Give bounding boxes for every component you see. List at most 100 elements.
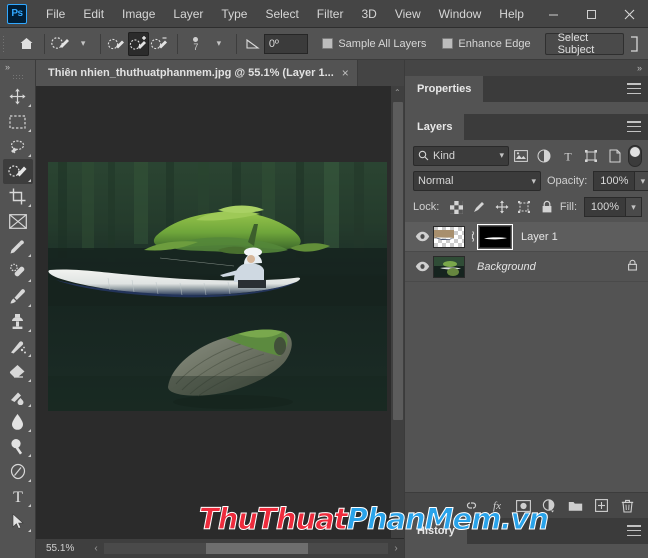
new-layer-button[interactable] — [590, 496, 612, 516]
menu-layer[interactable]: Layer — [164, 3, 212, 25]
vertical-scroll-thumb[interactable] — [393, 102, 403, 420]
canvas-vertical-scrollbar[interactable]: ⌃ — [390, 86, 404, 538]
blend-mode-select[interactable]: Normal ▾ — [413, 171, 541, 191]
menu-view[interactable]: View — [386, 3, 430, 25]
options-bar-grip[interactable] — [0, 28, 8, 59]
eyedropper-tool[interactable] — [3, 234, 33, 259]
panel-collapse-icon[interactable]: » — [405, 60, 648, 76]
crop-tool[interactable] — [3, 184, 33, 209]
layer-filter-kind-select[interactable]: Kind ▾ — [413, 145, 509, 166]
filter-enable-toggle[interactable] — [628, 144, 642, 167]
horizontal-scroll-thumb[interactable] — [206, 543, 309, 554]
tools-expand-icon[interactable]: » — [0, 60, 35, 74]
maximize-button[interactable] — [572, 0, 610, 28]
menu-help[interactable]: Help — [490, 3, 533, 25]
menu-3d[interactable]: 3D — [352, 3, 385, 25]
menu-file[interactable]: File — [37, 3, 74, 25]
zoom-level[interactable]: 55.1% — [36, 543, 88, 554]
adjustment-layer-filter-icon[interactable] — [532, 145, 555, 167]
layer-mask-thumbnail[interactable] — [477, 223, 513, 250]
move-tool[interactable] — [3, 84, 33, 109]
minimize-button[interactable] — [534, 0, 572, 28]
workspace-switcher-icon[interactable] — [624, 32, 644, 56]
menu-image[interactable]: Image — [113, 3, 164, 25]
delete-layer-button[interactable] — [616, 496, 638, 516]
sample-all-layers-checkbox[interactable]: Sample All Layers — [322, 38, 426, 50]
canvas-viewport[interactable]: ⌃ — [36, 86, 404, 538]
properties-panel-menu-icon[interactable] — [627, 83, 641, 94]
pen-tool[interactable] — [3, 459, 33, 484]
scroll-left-icon[interactable]: ‹ — [88, 543, 104, 554]
image-canvas[interactable] — [48, 162, 387, 411]
shape-layer-filter-icon[interactable] — [579, 145, 602, 167]
canvas-horizontal-scrollbar[interactable]: ‹ › — [88, 539, 404, 558]
tab-layers[interactable]: Layers — [405, 114, 465, 140]
lock-transparent-pixels-icon[interactable] — [446, 197, 466, 217]
tools-panel-grip[interactable] — [11, 74, 24, 80]
lock-artboard-nesting-icon[interactable] — [514, 197, 534, 217]
quick-selection-brush-preset-icon[interactable] — [50, 32, 72, 56]
spot-healing-brush-tool[interactable] — [3, 259, 33, 284]
opacity-stepper-chevron-down-icon[interactable]: ▾ — [635, 171, 648, 191]
home-icon[interactable] — [16, 32, 37, 56]
enhance-edge-box[interactable] — [442, 38, 454, 49]
dodge-tool[interactable] — [3, 434, 33, 459]
scroll-up-icon[interactable]: ⌃ — [394, 88, 401, 97]
fill-value[interactable]: 100% — [584, 197, 626, 217]
layer-name[interactable]: Layer 1 — [521, 231, 640, 243]
layers-panel-menu-icon[interactable] — [627, 121, 641, 132]
menu-edit[interactable]: Edit — [74, 3, 113, 25]
brush-tool[interactable] — [3, 284, 33, 309]
chevron-down-icon[interactable]: ▾ — [499, 150, 504, 161]
sample-all-layers-box[interactable] — [322, 38, 334, 49]
scroll-right-icon[interactable]: › — [388, 543, 404, 554]
rectangular-marquee-tool[interactable] — [3, 109, 33, 134]
path-selection-tool[interactable] — [3, 509, 33, 534]
close-button[interactable] — [610, 0, 648, 28]
lock-all-icon[interactable] — [537, 197, 557, 217]
chevron-down-icon[interactable]: ▾ — [531, 176, 536, 187]
menu-filter[interactable]: Filter — [308, 3, 353, 25]
smart-object-filter-icon[interactable] — [603, 145, 626, 167]
selection-mode-subtract-icon[interactable] — [149, 32, 170, 56]
tab-properties[interactable]: Properties — [405, 76, 484, 102]
blur-tool[interactable] — [3, 409, 33, 434]
layer-thumbnail[interactable] — [433, 255, 465, 278]
layer-visibility-eye-icon[interactable] — [411, 252, 433, 281]
document-tab[interactable]: Thiên nhien_thuthuatphanmem.jpg @ 55.1% … — [36, 60, 358, 86]
history-panel-menu-icon[interactable] — [627, 525, 641, 536]
eraser-tool[interactable] — [3, 359, 33, 384]
type-tool[interactable]: T — [3, 484, 33, 509]
gradient-tool[interactable] — [3, 384, 33, 409]
lock-image-pixels-icon[interactable] — [469, 197, 489, 217]
opacity-value[interactable]: 100% — [593, 171, 636, 191]
brush-preset-chevron-down-icon[interactable]: ▾ — [72, 32, 93, 56]
select-subject-button[interactable]: Select Subject — [544, 32, 625, 56]
history-brush-tool[interactable] — [3, 334, 33, 359]
selection-mode-new-icon[interactable] — [107, 32, 128, 56]
clone-stamp-tool[interactable] — [3, 309, 33, 334]
brush-size-preview[interactable]: 7 — [184, 30, 209, 58]
type-layer-filter-icon[interactable]: T — [556, 145, 579, 167]
horizontal-scroll-track[interactable] — [104, 543, 388, 554]
menu-type[interactable]: Type — [212, 3, 256, 25]
quick-selection-tool[interactable] — [2, 159, 33, 184]
fill-stepper-chevron-down-icon[interactable]: ▾ — [626, 197, 642, 217]
enhance-edge-checkbox[interactable]: Enhance Edge — [442, 38, 531, 50]
layer-visibility-eye-icon[interactable] — [411, 222, 433, 251]
layer-mask-link-icon[interactable] — [467, 230, 477, 243]
new-group-button[interactable] — [564, 496, 586, 516]
frame-tool[interactable] — [3, 209, 33, 234]
close-icon[interactable]: × — [342, 66, 349, 80]
layer-row[interactable]: Background — [405, 252, 648, 282]
selection-mode-add-icon[interactable] — [128, 31, 150, 56]
menu-window[interactable]: Window — [430, 3, 491, 25]
pixel-layer-filter-icon[interactable] — [509, 145, 532, 167]
lock-position-icon[interactable] — [492, 197, 512, 217]
lasso-tool[interactable] — [3, 134, 33, 159]
menu-select[interactable]: Select — [256, 3, 307, 25]
layer-thumbnail[interactable] — [433, 225, 465, 248]
brush-options-chevron-down-icon[interactable]: ▾ — [208, 32, 229, 56]
layer-name[interactable]: Background — [477, 261, 627, 273]
layer-row[interactable]: Layer 1 — [405, 222, 648, 252]
